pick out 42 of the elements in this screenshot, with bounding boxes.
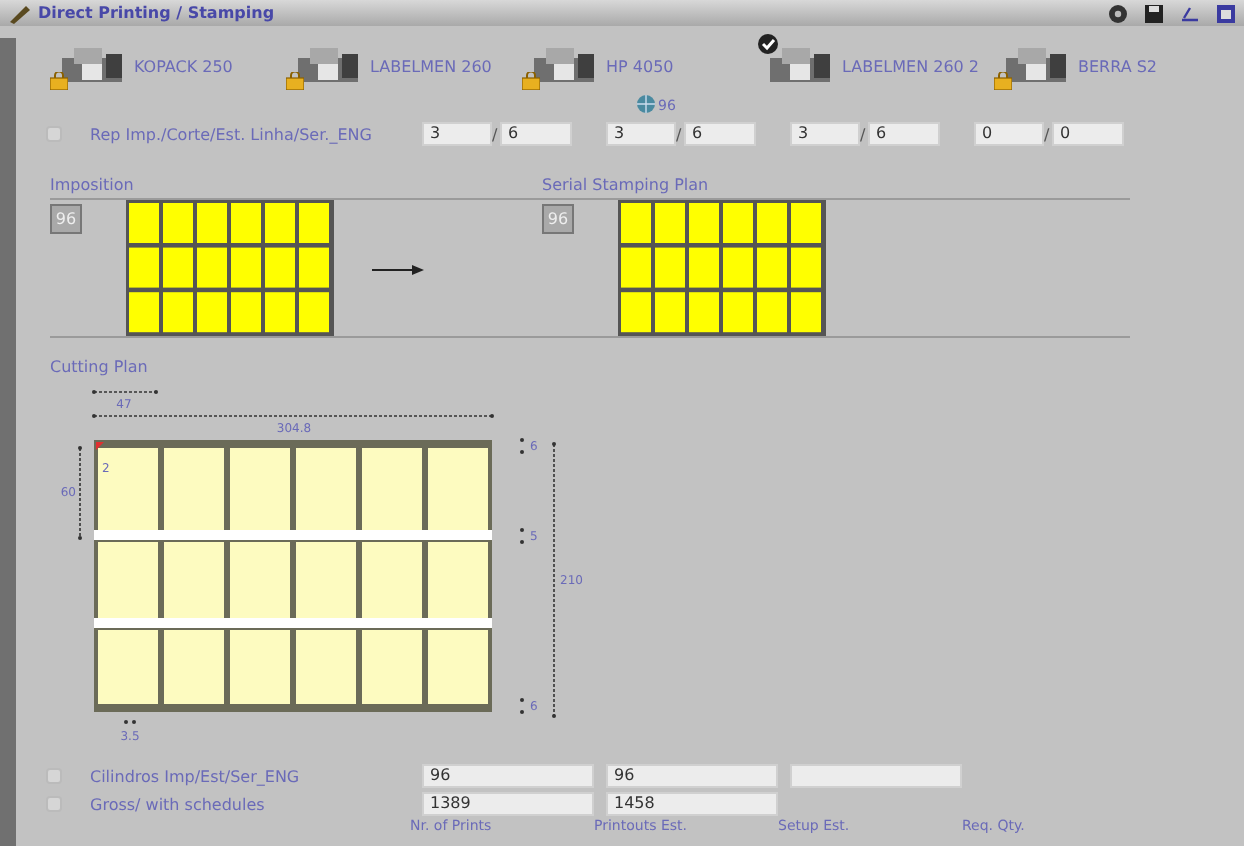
- minimize-icon[interactable]: [1180, 3, 1200, 23]
- input-field[interactable]: 3: [422, 122, 492, 146]
- input-field[interactable]: 6: [868, 122, 940, 146]
- separator-text: /: [676, 125, 684, 143]
- margin-marker: [520, 698, 524, 714]
- section-title: Cutting Plan: [50, 358, 150, 376]
- row-checkbox[interactable]: [46, 126, 62, 142]
- input-field[interactable]: 1458: [606, 792, 778, 816]
- row-checkbox[interactable]: [46, 768, 62, 784]
- margin-marker: [520, 438, 524, 454]
- separator-text: /: [492, 125, 500, 143]
- input-field[interactable]: 0: [1052, 122, 1124, 146]
- input-field[interactable]: [790, 764, 962, 788]
- pen-icon: [8, 3, 32, 23]
- separator-text: /: [860, 125, 868, 143]
- field-label: Gross/ with schedules: [90, 795, 267, 813]
- input-field[interactable]: 96: [606, 764, 778, 788]
- input-field[interactable]: 3: [790, 122, 860, 146]
- count-box: 96: [542, 204, 574, 234]
- save-icon[interactable]: [1144, 3, 1164, 23]
- dimension-line: [92, 390, 158, 394]
- input-field[interactable]: 1389: [422, 792, 594, 816]
- margin-marker: [520, 528, 524, 544]
- section-title: Imposition: [50, 176, 136, 198]
- input-field[interactable]: 6: [684, 122, 756, 146]
- input-field[interactable]: 6: [500, 122, 572, 146]
- input-field[interactable]: 3: [606, 122, 676, 146]
- field-label: Cilindros Imp/Est/Ser_ENG: [90, 767, 302, 785]
- field-label: Rep Imp./Corte/Est. Linha/Ser._ENG: [90, 125, 374, 143]
- dimension-line: [78, 446, 82, 540]
- gear-icon[interactable]: [1108, 3, 1128, 23]
- margin-marker: [124, 720, 136, 724]
- separator-text: /: [1044, 125, 1052, 143]
- row-checkbox[interactable]: [46, 796, 62, 812]
- section-title: Serial Stamping Plan: [542, 176, 711, 198]
- arrow-icon: [372, 264, 424, 276]
- window-title: Direct Printing / Stamping: [38, 4, 277, 22]
- globe-icon: [636, 94, 658, 114]
- input-field[interactable]: 96: [422, 764, 594, 788]
- count-box: 96: [50, 204, 82, 234]
- input-field[interactable]: 0: [974, 122, 1044, 146]
- maximize-icon[interactable]: [1216, 3, 1236, 23]
